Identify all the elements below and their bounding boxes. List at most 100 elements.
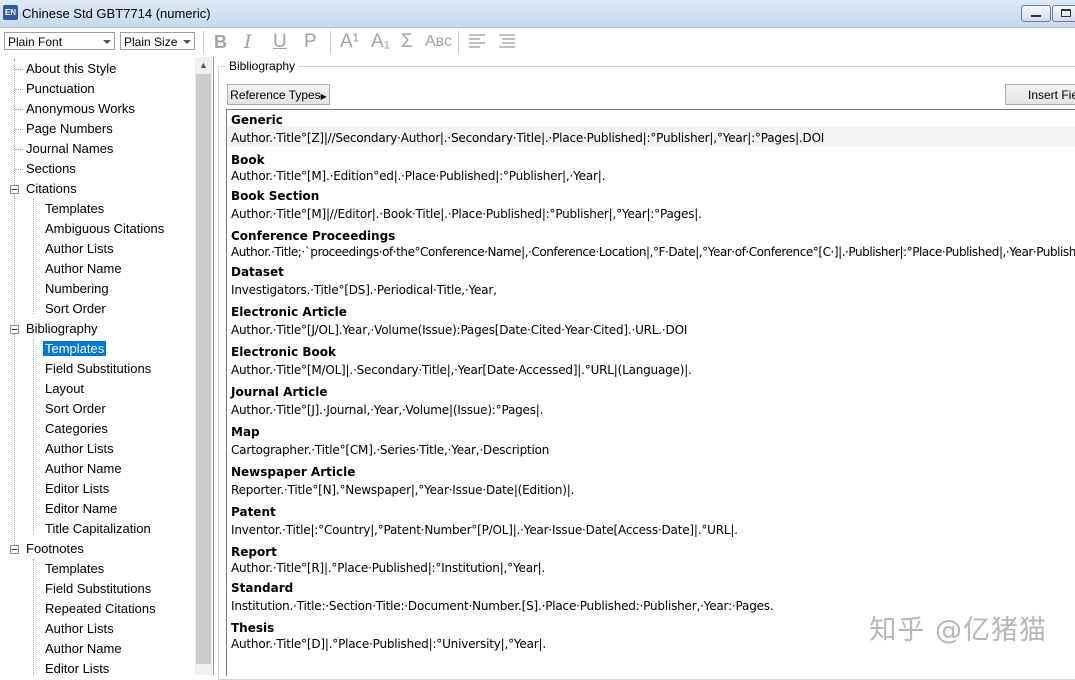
reference-template[interactable]: Institution.·Title:·Section·Title:·Docum… [231, 599, 774, 613]
reference-template[interactable]: Author.·Title°[J/OL].Year,·Volume(Issue)… [231, 323, 687, 337]
tree-item-footnotes-editor-lists[interactable]: Editor Lists [45, 659, 109, 675]
scroll-up-arrow-icon[interactable]: ▲ [195, 57, 212, 74]
tree-item-citations-author-lists[interactable]: Author Lists [45, 239, 114, 259]
tree-scrollbar-thumb[interactable] [196, 74, 211, 664]
reference-template[interactable]: Author.·Title°[R]|.°Place·Published|:°In… [231, 561, 545, 575]
reference-types-button[interactable]: Reference Types▶ [227, 84, 330, 105]
tree-connector [15, 149, 23, 150]
tree-item-citations-author-name[interactable]: Author Name [45, 259, 122, 279]
plain-button[interactable]: P [304, 31, 317, 53]
smallcaps-button[interactable]: Aʙᴄ [425, 31, 452, 53]
tree-connector [15, 109, 23, 110]
endnote-app-icon: EN [3, 5, 18, 20]
tree-item-footnotes-templates[interactable]: Templates [45, 559, 104, 579]
reference-template[interactable]: Cartographer.·Title°[CM].·Series·Title,·… [231, 443, 549, 457]
toolbar-separator [458, 31, 459, 53]
tree-item-title-capitalization[interactable]: Title Capitalization [45, 519, 151, 539]
bold-button[interactable]: B [214, 31, 227, 53]
italic-button[interactable]: I [244, 31, 252, 53]
tree-item-label: Templates [45, 201, 105, 216]
tree-item-label: Ambiguous Citations [45, 221, 165, 236]
font-dropdown[interactable]: Plain Font [4, 32, 115, 50]
reference-template[interactable]: Author.·Title°[Z]|//Secondary·Author|.·S… [231, 131, 824, 145]
tree-item-label: Editor Lists [45, 661, 110, 675]
tree-item-label: Editor Name [45, 501, 118, 516]
align-left-button[interactable] [468, 31, 486, 53]
tree-item-bibliography-templates[interactable]: Templates [43, 339, 107, 359]
tree-item-sections[interactable]: Sections [26, 159, 76, 179]
restore-icon [1061, 9, 1071, 17]
tree-item-label: Templates [45, 561, 105, 576]
tree-item-footnotes-author-lists[interactable]: Author Lists [45, 619, 114, 639]
tree-item-label: Templates [43, 341, 107, 356]
insert-field-button[interactable]: Insert Fie [1005, 84, 1075, 105]
reference-template[interactable]: Author.·Title°[D]|.°Place·Published|:°Un… [231, 637, 546, 651]
tree-item-bibliography-author-lists[interactable]: Author Lists [45, 439, 114, 459]
subscript-button[interactable]: A₁ [371, 31, 390, 53]
tree-item-footnotes-field-substitutions[interactable]: Field Substitutions [45, 579, 151, 599]
tree-item-label: Author Name [45, 461, 122, 476]
tree-item-numbering[interactable]: Numbering [45, 279, 109, 299]
tree-item-bibliography-sort-order[interactable]: Sort Order [45, 399, 106, 419]
reference-template[interactable]: Inventor.·Title|:°Country|,°Patent·Numbe… [231, 523, 738, 537]
reference-type-heading: Newspaper Article [231, 465, 356, 479]
underline-button[interactable]: U [273, 31, 287, 53]
reference-template[interactable]: Author.·Title°[M]|//Editor|.·Book·Title|… [231, 207, 702, 221]
reference-template[interactable]: Author.·Title°[J].·Journal,·Year,·Volume… [231, 403, 543, 417]
symbol-button[interactable]: Σ [401, 31, 413, 53]
tree-connector [15, 169, 23, 170]
size-dropdown-value: Plain Size [124, 35, 178, 49]
tree-item-footnotes[interactable]: Footnotes [26, 539, 84, 559]
tree-item-label: Title Capitalization [45, 521, 151, 536]
tree-item-citations-sort-order[interactable]: Sort Order [45, 299, 106, 319]
hanging-indent-button[interactable] [498, 31, 516, 53]
tree-item-categories[interactable]: Categories [45, 419, 108, 439]
minimize-button[interactable] [1021, 5, 1051, 22]
collapse-citations-toggle[interactable] [10, 185, 19, 194]
tree-item-ambiguous-citations[interactable]: Ambiguous Citations [45, 219, 164, 239]
tree-item-bibliography-author-name[interactable]: Author Name [45, 459, 122, 479]
tree-item-footnotes-author-name[interactable]: Author Name [45, 639, 122, 659]
tree-item-bibliography[interactable]: Bibliography [26, 319, 98, 339]
tree-item-citations-templates[interactable]: Templates [45, 199, 104, 219]
tree-connector [33, 559, 34, 675]
format-toolbar: Plain Font Plain Size B I U P A¹ A₁ Σ Aʙ… [0, 28, 1075, 56]
tree-item-bibliography-field-substitutions[interactable]: Field Substitutions [45, 359, 151, 379]
tree-item-anonymous-works[interactable]: Anonymous Works [26, 99, 135, 119]
tree-item-label: Repeated Citations [45, 601, 156, 616]
reference-template[interactable]: Investigators.·Title°[DS].·Periodical·Ti… [231, 283, 497, 297]
reference-type-heading: Electronic Book [231, 345, 337, 359]
tree-item-punctuation[interactable]: Punctuation [26, 79, 95, 99]
template-editor[interactable]: Generic Author.·Title°[Z]|//Secondary·Au… [226, 109, 1075, 676]
tree-connector [14, 59, 15, 549]
tree-item-layout[interactable]: Layout [45, 379, 84, 399]
tree-scrollbar[interactable]: ▲ [195, 57, 212, 675]
reference-types-button-label: Reference Types [230, 88, 321, 102]
restore-button[interactable] [1052, 5, 1075, 22]
tree-item-bibliography-editor-lists[interactable]: Editor Lists [45, 479, 109, 499]
reference-template[interactable]: Reporter.·Title°[N].°Newspaper|,°Year·Is… [231, 483, 574, 497]
size-dropdown[interactable]: Plain Size [120, 32, 195, 50]
font-dropdown-value: Plain Font [8, 35, 63, 49]
tree-item-label: Citations [26, 181, 77, 196]
tree-item-label: Punctuation [26, 81, 95, 96]
hanging-indent-icon [499, 34, 515, 48]
minimize-icon [1031, 15, 1041, 17]
tree-item-repeated-citations[interactable]: Repeated Citations [45, 599, 156, 619]
reference-template[interactable]: Author.·Title;·`proceedings·of·the°Confe… [231, 245, 1075, 259]
tree-item-citations[interactable]: Citations [26, 179, 77, 199]
chevron-down-icon [103, 40, 111, 44]
tree-item-journal-names[interactable]: Journal Names [26, 139, 113, 159]
bibliography-templates-panel: Bibliography Reference Types▶ Insert Fie… [216, 57, 1075, 680]
tree-item-page-numbers[interactable]: Page Numbers [26, 119, 113, 139]
tree-item-label: Footnotes [26, 541, 84, 556]
collapse-bibliography-toggle[interactable] [10, 325, 19, 334]
reference-template[interactable]: Author.·Title°[M].·Edition°ed|.·Place·Pu… [231, 169, 605, 183]
tree-connector [33, 199, 34, 314]
tree-item-bibliography-editor-name[interactable]: Editor Name [45, 499, 117, 519]
collapse-footnotes-toggle[interactable] [10, 545, 19, 554]
reference-template[interactable]: Author.·Title°[M/OL]|.·Secondary·Title|,… [231, 363, 692, 377]
tree-item-label: Categories [45, 421, 108, 436]
tree-item-about-this-style[interactable]: About this Style [26, 59, 116, 79]
superscript-button[interactable]: A¹ [340, 31, 359, 53]
